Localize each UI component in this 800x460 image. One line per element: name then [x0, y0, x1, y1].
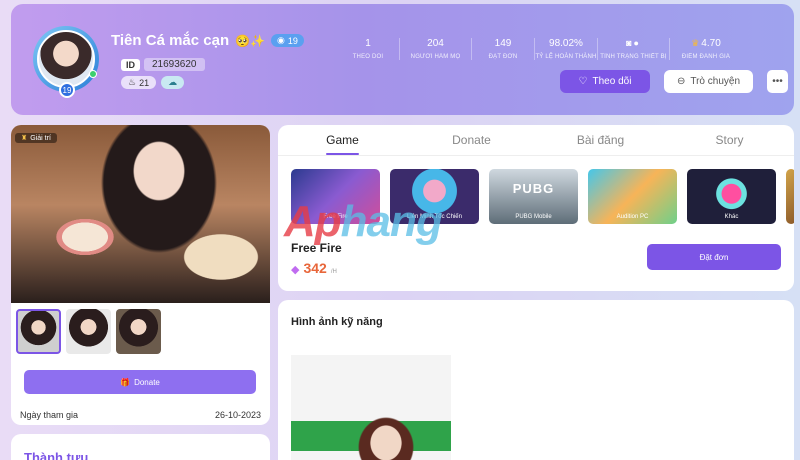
- online-status-dot: [89, 70, 97, 78]
- stat-rating-value: ♛ 4.70: [670, 38, 742, 49]
- game-name: Khác: [724, 214, 739, 220]
- user-name: Tiên Cá mắc cạn: [111, 32, 230, 49]
- profile-actions: ♡ Theo dõi ⊖ Trò chuyện •••: [560, 70, 788, 93]
- join-date-value: 26-10-2023: [214, 410, 261, 420]
- stat-label: THEO DÕI: [352, 54, 384, 60]
- tab-divider: [278, 155, 794, 156]
- achievements-card: Thành tựu: [11, 434, 270, 460]
- price-row: ◆ 342 /H: [291, 260, 337, 276]
- name-emoji: 🥺✨: [235, 33, 266, 48]
- id-value[interactable]: 21693620: [144, 58, 205, 71]
- photo-thumbnail[interactable]: [116, 309, 161, 354]
- photo-thumbnails: [16, 309, 161, 354]
- stat-value: 149: [494, 38, 512, 49]
- stat-orders: 149 ĐẶT ĐƠN: [472, 38, 535, 60]
- flame-icon: ♨: [128, 77, 137, 87]
- name-row: Tiên Cá mắc cạn 🥺✨ ◉ 19: [111, 32, 304, 49]
- game-name: Free Fire: [323, 214, 348, 220]
- chat-bubble-icon: ⊖: [676, 76, 686, 87]
- price-value: 342: [303, 260, 327, 276]
- stat-value: 204: [427, 38, 444, 49]
- game-tile-partial[interactable]: [786, 169, 794, 224]
- stat-following[interactable]: 1 THEO DÕI: [337, 38, 400, 60]
- rating-value: 4.70: [701, 38, 721, 49]
- skill-images-card: Hình ảnh kỹ năng: [278, 300, 794, 460]
- category-label: Giải trí: [30, 134, 51, 142]
- game-tile-free-fire[interactable]: Free Fire: [291, 169, 380, 224]
- level-value: 19: [287, 35, 298, 46]
- pubg-logo-text: PUBG: [512, 181, 555, 196]
- diamond-icon: ◆: [291, 264, 300, 276]
- tab-story[interactable]: Story: [665, 125, 794, 155]
- more-options-button[interactable]: •••: [767, 70, 788, 93]
- donate-button[interactable]: 🎁 Donate: [24, 370, 256, 394]
- main-photo[interactable]: ♜ Giải trí: [11, 125, 270, 303]
- cloud-icon: ☁: [168, 77, 178, 87]
- skill-images-title: Hình ảnh kỹ năng: [291, 316, 383, 328]
- photo-thumbnail[interactable]: [66, 309, 111, 354]
- photo-thumbnail[interactable]: [16, 309, 61, 354]
- id-label: ID: [121, 58, 140, 71]
- camera-icon: ◙: [626, 38, 632, 48]
- game-tile-lien-minh[interactable]: Liên Minh Tốc Chiến: [390, 169, 479, 224]
- profile-header: 19 Tiên Cá mắc cạn 🥺✨ ◉ 19 ID 21693620 ♨…: [11, 4, 794, 115]
- avatar-image: [37, 30, 95, 88]
- cloud-badge: ☁: [161, 76, 185, 89]
- crown-icon: ♛: [691, 38, 700, 48]
- stat-label: ĐẶT ĐƠN: [488, 54, 518, 60]
- stat-value: 1: [365, 38, 371, 49]
- avatar-level-badge: 19: [59, 82, 75, 98]
- game-list: Free Fire Liên Minh Tốc Chiến PUBG PUBG …: [291, 169, 794, 224]
- gift-icon: 🎁: [120, 377, 131, 387]
- trophy-icon: ♜: [21, 135, 28, 142]
- join-date-label: Ngày tham gia: [20, 410, 79, 420]
- stat-fans[interactable]: 204 NGƯỜI HÂM MỘ: [400, 38, 472, 60]
- stat-label: NGƯỜI HÂM MỘ: [410, 54, 461, 60]
- service-tabs: Game Donate Bài đăng Story: [278, 125, 794, 155]
- chat-label: Trò chuyện: [690, 76, 741, 87]
- gift-count-badge: ♨ 21: [121, 76, 157, 89]
- game-name: Audition PC: [616, 214, 649, 220]
- chat-button[interactable]: ⊖ Trò chuyện: [664, 70, 753, 93]
- follow-button[interactable]: ♡ Theo dõi: [560, 70, 650, 93]
- gift-count-value: 21: [139, 77, 150, 88]
- game-tile-audition[interactable]: Audition PC: [588, 169, 677, 224]
- stats-bar: 1 THEO DÕI 204 NGƯỜI HÂM MỘ 149 ĐẶT ĐƠN …: [337, 38, 742, 60]
- game-tile-pubg[interactable]: PUBG PUBG Mobile: [489, 169, 578, 224]
- achievements-title: Thành tựu: [24, 450, 89, 460]
- follow-label: Theo dõi: [592, 76, 632, 87]
- game-name: Liên Minh Tốc Chiến: [407, 214, 462, 220]
- join-date-row: Ngày tham gia 26-10-2023: [20, 410, 261, 420]
- microphone-icon: ●: [633, 38, 639, 48]
- more-icon: •••: [772, 76, 783, 87]
- game-tile-other[interactable]: Khác: [687, 169, 776, 224]
- stat-label: ĐIỂM ĐÁNH GIÁ: [681, 54, 731, 60]
- profile-media-card: ♜ Giải trí 🎁 Donate Ngày tham gia 26-10-…: [11, 125, 270, 425]
- skill-image[interactable]: [291, 355, 451, 460]
- services-card: Game Donate Bài đăng Story Free Fire Liê…: [278, 125, 794, 291]
- id-row: ID 21693620: [121, 58, 205, 71]
- order-button[interactable]: Đặt đơn: [647, 244, 781, 270]
- donate-label: Donate: [134, 377, 160, 387]
- game-name: PUBG Mobile: [515, 214, 552, 220]
- badge-row: ♨ 21 ☁: [121, 76, 185, 89]
- selected-game-name: Free Fire: [291, 241, 342, 255]
- stat-completion-rate: 98.02% TỶ LỆ HOÀN THÀNH: [535, 38, 598, 60]
- avatar[interactable]: 19: [33, 26, 99, 98]
- level-badge: ◉ 19: [271, 34, 304, 47]
- tab-posts[interactable]: Bài đăng: [536, 125, 665, 155]
- stat-label: TÌNH TRẠNG THIẾT BỊ: [600, 54, 667, 60]
- category-tag: ♜ Giải trí: [15, 133, 57, 143]
- stat-device-status: ◙ ● TÌNH TRẠNG THIẾT BỊ: [598, 38, 670, 60]
- stat-rating: ♛ 4.70 ĐIỂM ĐÁNH GIÁ: [670, 38, 742, 60]
- stat-device-icons: ◙ ●: [598, 38, 669, 49]
- price-unit: /H: [330, 269, 337, 275]
- stat-value: 98.02%: [549, 38, 583, 49]
- stat-label: TỶ LỆ HOÀN THÀNH: [535, 54, 597, 60]
- level-icon: ◉: [277, 35, 285, 45]
- tab-donate[interactable]: Donate: [407, 125, 536, 155]
- heart-icon: ♡: [578, 76, 588, 87]
- tab-game[interactable]: Game: [278, 125, 407, 155]
